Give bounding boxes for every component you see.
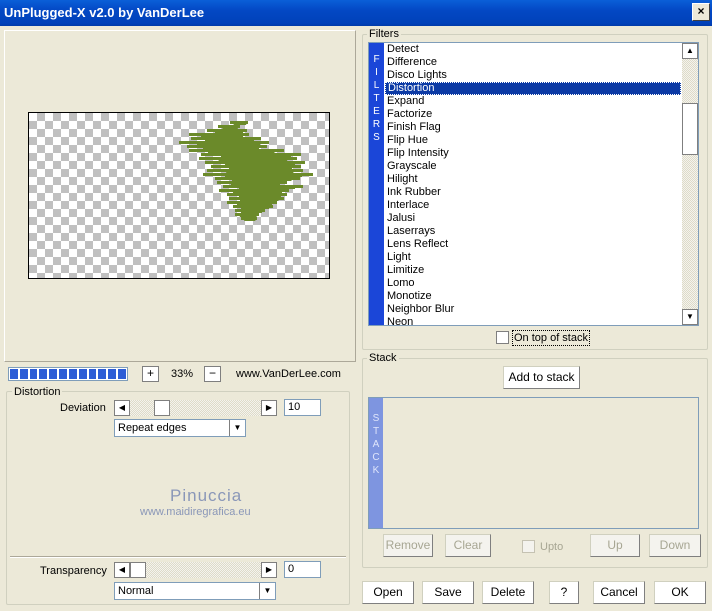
filters-vertical-label: FI LT ER S xyxy=(369,43,384,325)
filter-item[interactable]: Factorize xyxy=(385,108,681,121)
slider-left-arrow-icon[interactable]: ◀ xyxy=(114,400,130,416)
on-top-label[interactable]: On top of stack xyxy=(512,330,590,346)
preview-canvas[interactable] xyxy=(28,112,330,279)
slider-right-arrow-icon[interactable]: ▶ xyxy=(261,562,277,578)
remove-button[interactable]: Remove xyxy=(383,534,433,557)
slider-right-arrow-icon[interactable]: ▶ xyxy=(261,400,277,416)
filter-item[interactable]: Grayscale xyxy=(385,160,681,173)
website-link[interactable]: www.VanDerLee.com xyxy=(236,366,341,382)
deviation-value-field[interactable]: 10 xyxy=(284,399,321,416)
divider xyxy=(10,556,346,558)
filters-items[interactable]: Detect Difference Disco Lights Distortion Ex… xyxy=(385,43,681,325)
scroll-down-arrow-icon[interactable]: ▼ xyxy=(682,309,698,325)
preview-image xyxy=(179,121,313,221)
filter-item[interactable]: Neon xyxy=(385,316,681,325)
filter-item[interactable]: Limitize xyxy=(385,264,681,277)
filter-item[interactable]: Difference xyxy=(385,56,681,69)
add-to-stack-button[interactable]: Add to stack xyxy=(503,366,580,389)
upto-label: Upto xyxy=(540,541,564,553)
filter-item[interactable]: Flip Hue xyxy=(385,134,681,147)
transparency-label: Transparency xyxy=(40,565,107,577)
filter-item[interactable]: Lens Reflect xyxy=(385,238,681,251)
upto-checkbox[interactable] xyxy=(522,540,535,553)
filter-item[interactable]: Ink Rubber xyxy=(385,186,681,199)
filter-item[interactable]: Lomo xyxy=(385,277,681,290)
close-button[interactable]: × xyxy=(692,3,710,21)
deviation-label: Deviation xyxy=(60,402,106,414)
scroll-up-arrow-icon[interactable]: ▲ xyxy=(682,43,698,59)
filter-item[interactable]: Detect xyxy=(385,43,681,56)
transparency-slider[interactable]: ◀ ▶ xyxy=(114,562,277,578)
stack-group-title: Stack xyxy=(367,352,399,364)
help-button[interactable]: ? xyxy=(549,581,579,604)
filter-item[interactable]: Jalusi xyxy=(385,212,681,225)
save-button[interactable]: Save xyxy=(422,581,474,604)
zoom-out-button[interactable]: − xyxy=(204,366,221,382)
filter-item[interactable]: Expand xyxy=(385,95,681,108)
progress-bar xyxy=(8,367,128,381)
watermark-url: www.maidiregrafica.eu xyxy=(140,506,251,518)
filter-item[interactable]: Finish Flag xyxy=(385,121,681,134)
filter-item[interactable]: Laserrays xyxy=(385,225,681,238)
scroll-thumb[interactable] xyxy=(682,103,698,155)
on-top-checkbox[interactable] xyxy=(496,331,509,344)
filter-item[interactable]: Disco Lights xyxy=(385,69,681,82)
filters-group-title: Filters xyxy=(367,28,401,40)
filter-item[interactable]: Neighbor Blur xyxy=(385,303,681,316)
delete-button[interactable]: Delete xyxy=(482,581,534,604)
window-title: UnPlugged-X v2.0 by VanDerLee xyxy=(4,5,205,20)
slider-left-arrow-icon[interactable]: ◀ xyxy=(114,562,130,578)
filter-item[interactable]: Distortion xyxy=(385,82,681,95)
slider-thumb[interactable] xyxy=(130,562,146,578)
chevron-down-icon[interactable]: ▼ xyxy=(259,583,275,599)
zoom-in-button[interactable]: + xyxy=(142,366,159,382)
filter-item[interactable]: Light xyxy=(385,251,681,264)
deviation-slider[interactable]: ◀ ▶ xyxy=(114,400,277,416)
down-button[interactable]: Down xyxy=(649,534,701,557)
ok-button[interactable]: OK xyxy=(654,581,706,604)
title-bar: UnPlugged-X v2.0 by VanDerLee xyxy=(0,0,712,26)
filters-scrollbar[interactable]: ▲ ▼ xyxy=(682,43,698,325)
distortion-group-title: Distortion xyxy=(12,386,63,398)
open-button[interactable]: Open xyxy=(362,581,414,604)
clear-button[interactable]: Clear xyxy=(445,534,491,557)
chevron-down-icon[interactable]: ▼ xyxy=(229,420,245,436)
edge-mode-dropdown[interactable]: Repeat edges ▼ xyxy=(114,419,246,437)
blend-mode-value: Normal xyxy=(118,585,154,597)
zoom-level: 33% xyxy=(170,368,194,380)
filter-item[interactable]: Flip Intensity xyxy=(385,147,681,160)
stack-list[interactable] xyxy=(368,397,699,529)
transparency-value-field[interactable]: 0 xyxy=(284,561,321,578)
up-button[interactable]: Up xyxy=(590,534,640,557)
watermark-name: Pinuccia xyxy=(170,486,243,505)
filter-item[interactable]: Hilight xyxy=(385,173,681,186)
filter-item[interactable]: Interlace xyxy=(385,199,681,212)
blend-mode-dropdown[interactable]: Normal ▼ xyxy=(114,582,276,600)
cancel-button[interactable]: Cancel xyxy=(593,581,645,604)
stack-vertical-label: ST AC K xyxy=(369,398,383,528)
edge-mode-value: Repeat edges xyxy=(118,422,187,434)
slider-thumb[interactable] xyxy=(154,400,170,416)
filter-item[interactable]: Monotize xyxy=(385,290,681,303)
